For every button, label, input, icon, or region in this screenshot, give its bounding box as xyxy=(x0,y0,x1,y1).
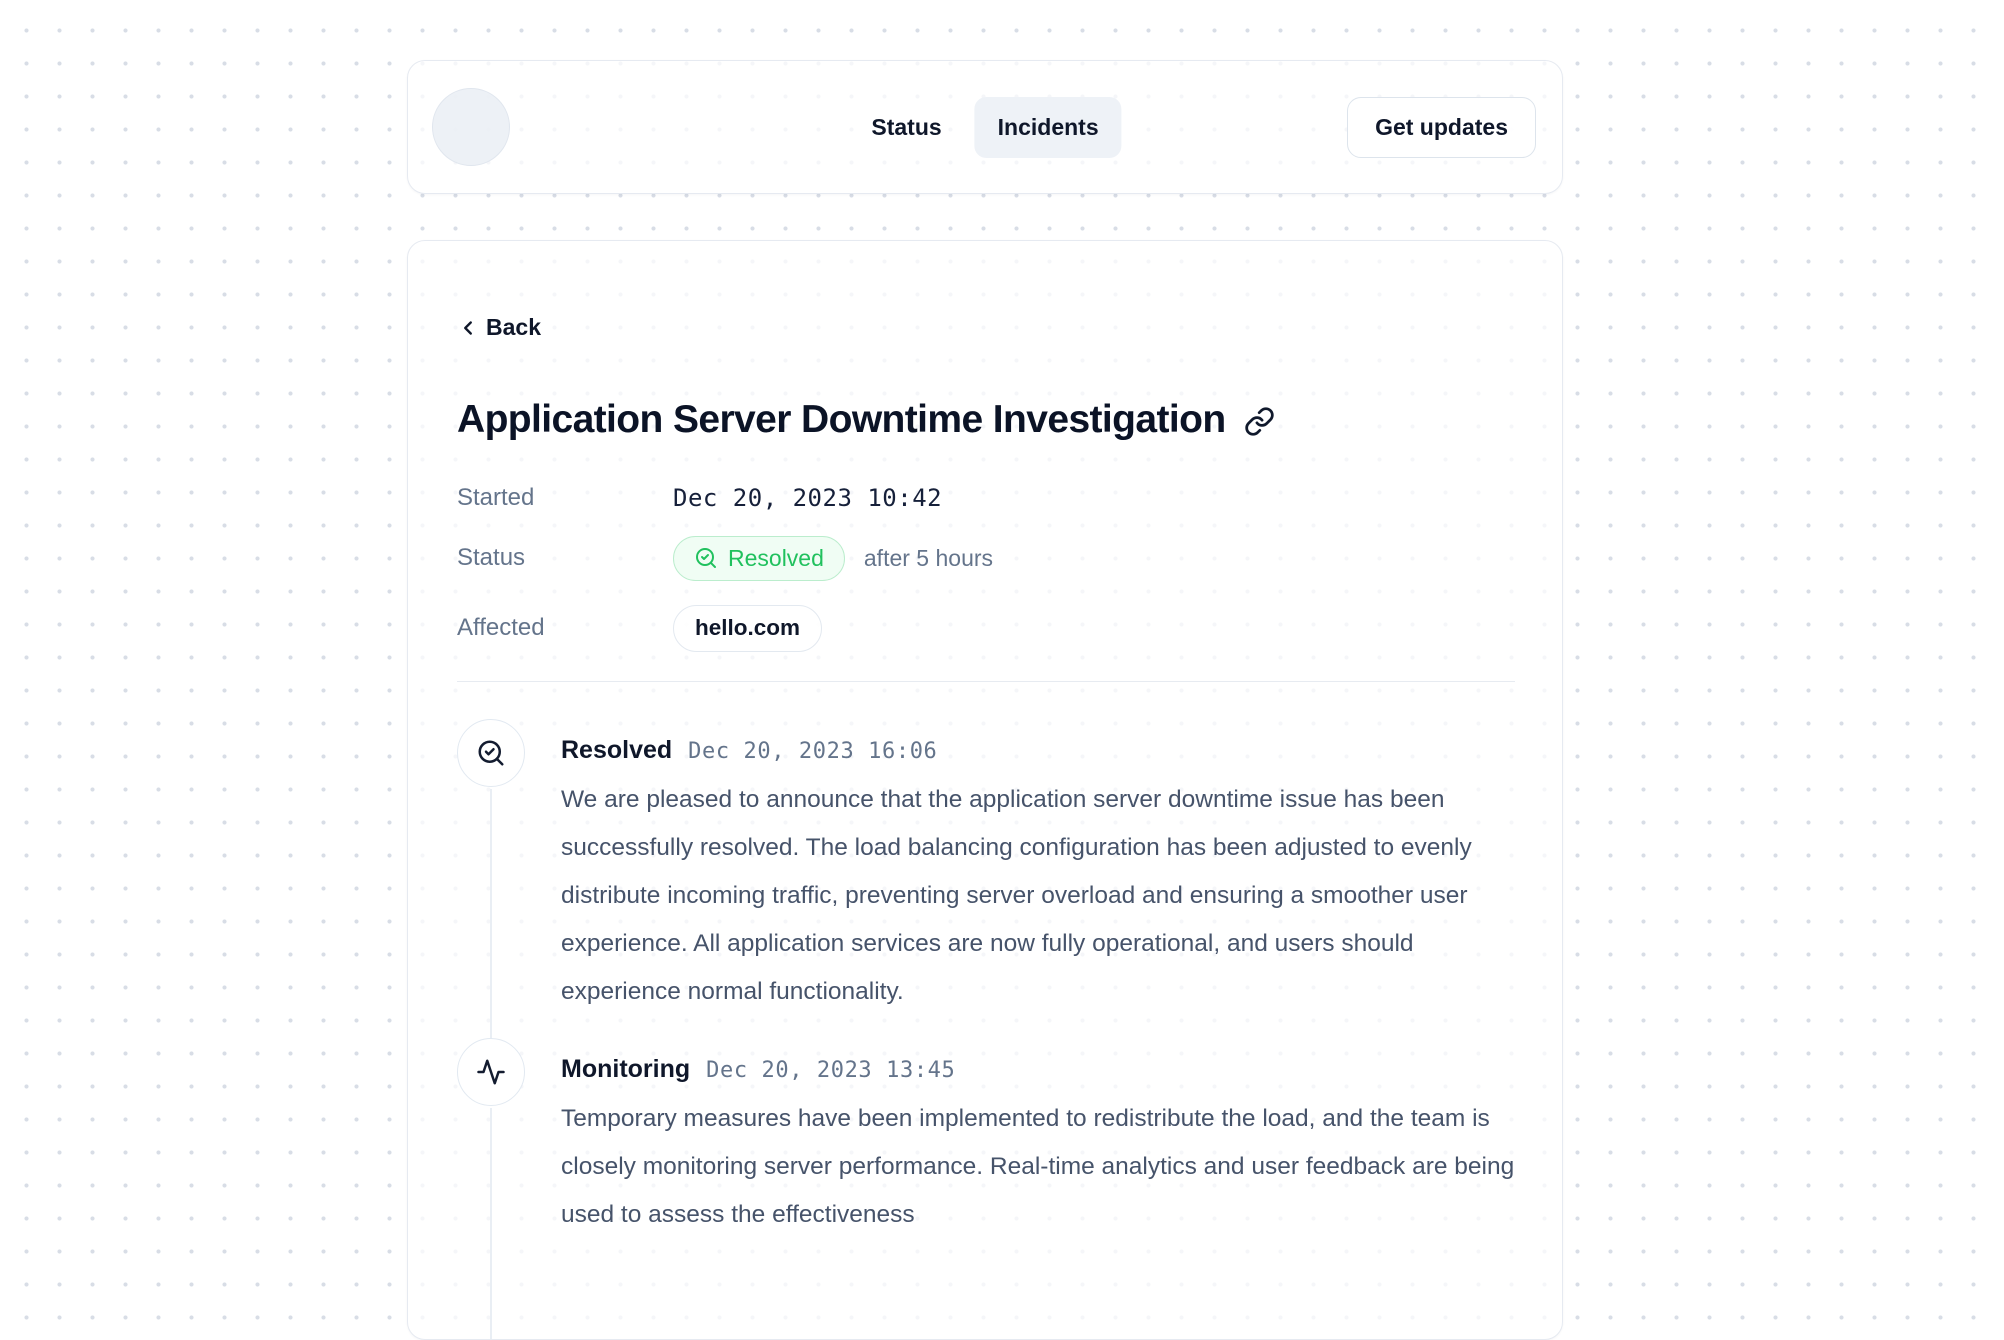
nav-tabs: Status Incidents xyxy=(848,97,1121,158)
top-nav-bar: Status Incidents Get updates xyxy=(407,60,1563,194)
search-check-icon xyxy=(694,546,718,570)
timeline-node xyxy=(457,1038,525,1106)
affected-label: Affected xyxy=(457,614,673,642)
divider xyxy=(457,681,1515,682)
activity-icon xyxy=(476,1057,506,1087)
incident-timeline: Resolved Dec 20, 2023 16:06 We are pleas… xyxy=(457,719,1515,1239)
back-label: Back xyxy=(486,314,541,341)
affected-component-pill: hello.com xyxy=(673,605,822,652)
timeline-entry-body: We are pleased to announce that the appl… xyxy=(561,776,1515,1016)
timeline-item-resolved: Resolved Dec 20, 2023 16:06 We are pleas… xyxy=(457,719,1515,1038)
page-title: Application Server Downtime Investigatio… xyxy=(457,398,1226,442)
incident-detail-card: Back Application Server Downtime Investi… xyxy=(407,240,1563,1340)
timeline-entry-title: Resolved xyxy=(561,736,672,765)
incident-meta: Started Dec 20, 2023 10:42 Status Resolv… xyxy=(457,484,1515,652)
chevron-left-icon xyxy=(457,317,479,339)
timeline-node xyxy=(457,719,525,787)
nav-tab-incidents[interactable]: Incidents xyxy=(975,97,1122,158)
site-logo[interactable] xyxy=(432,88,510,166)
status-badge-label: Resolved xyxy=(728,545,824,572)
started-value: Dec 20, 2023 10:42 xyxy=(673,484,942,512)
link-chain-icon[interactable] xyxy=(1244,406,1275,437)
status-duration-text: after 5 hours xyxy=(864,545,993,572)
nav-tab-status[interactable]: Status xyxy=(848,97,964,158)
back-link[interactable]: Back xyxy=(457,314,541,341)
timeline-entry-timestamp: Dec 20, 2023 16:06 xyxy=(688,739,937,764)
timeline-entry-timestamp: Dec 20, 2023 13:45 xyxy=(706,1058,955,1083)
status-label: Status xyxy=(457,544,673,572)
title-row: Application Server Downtime Investigatio… xyxy=(457,398,1515,442)
timeline-item-monitoring: Monitoring Dec 20, 2023 13:45 Temporary … xyxy=(457,1038,1515,1239)
timeline-entry-title: Monitoring xyxy=(561,1055,690,1084)
status-badge: Resolved xyxy=(673,536,845,581)
started-label: Started xyxy=(457,484,673,512)
search-check-icon xyxy=(476,738,506,768)
get-updates-button[interactable]: Get updates xyxy=(1347,97,1536,158)
timeline-entry-body: Temporary measures have been implemented… xyxy=(561,1095,1515,1239)
